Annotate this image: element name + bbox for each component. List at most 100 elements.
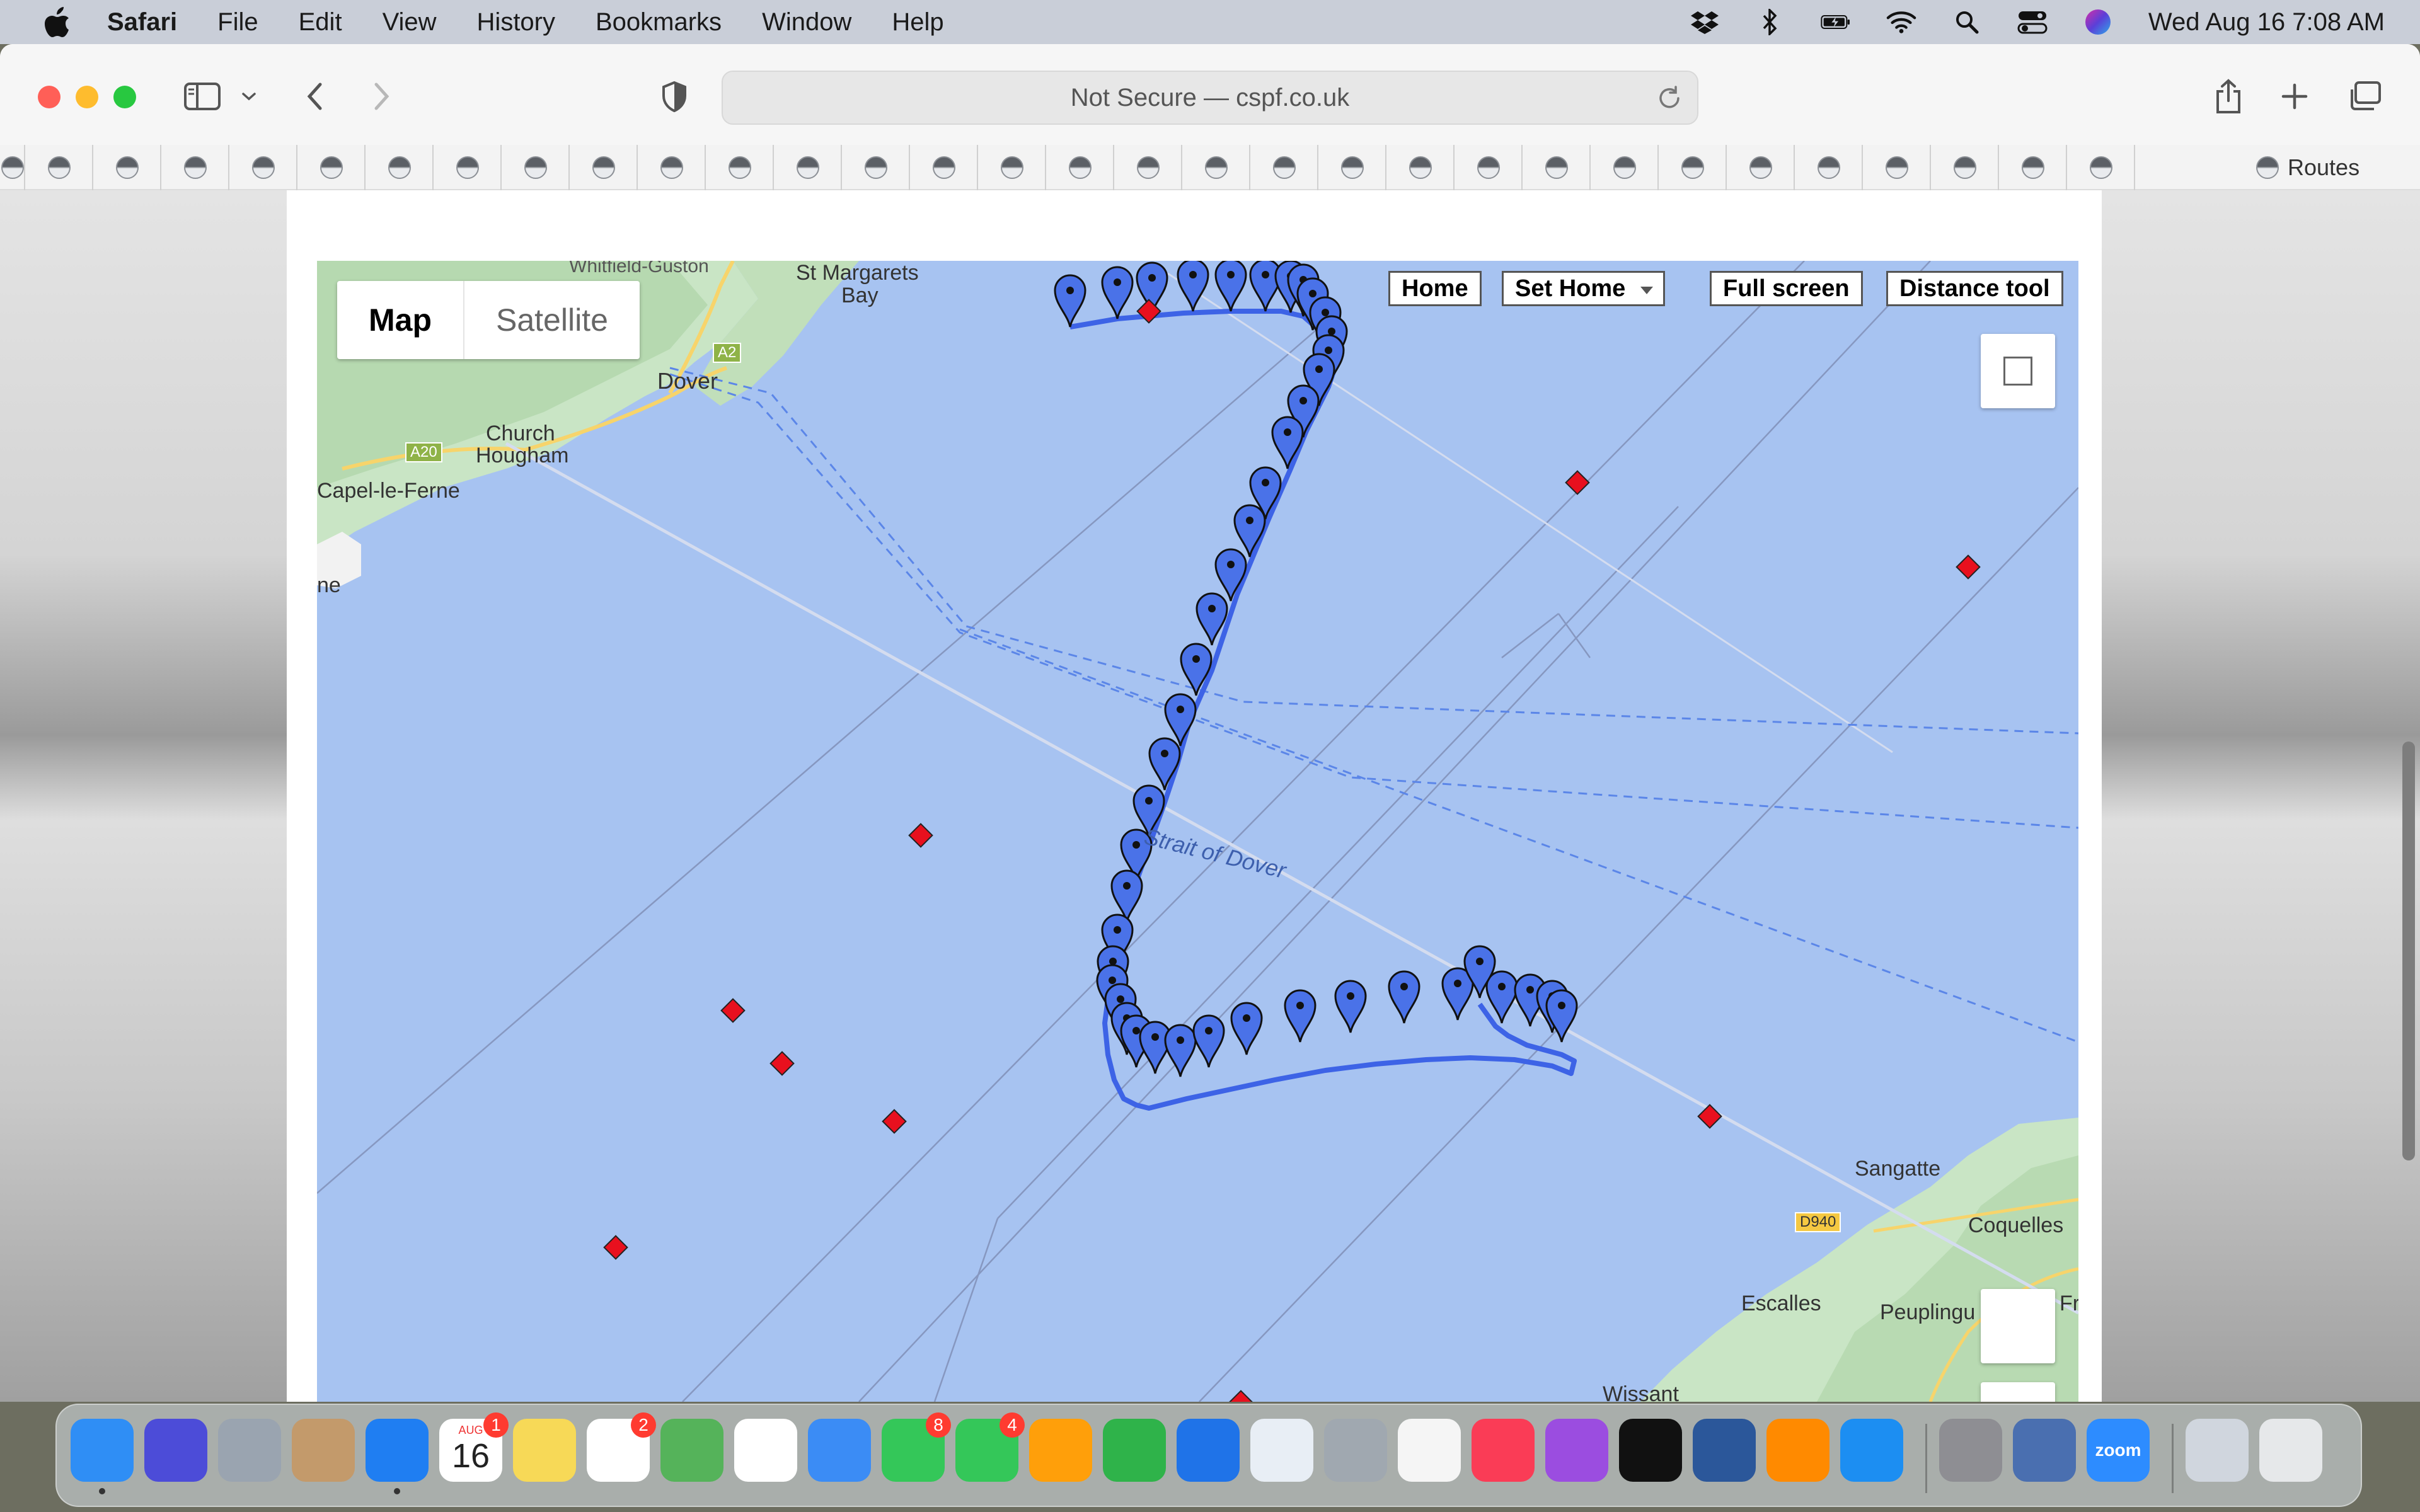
swim-position-marker[interactable]: [1388, 970, 1420, 1024]
bookmark-item[interactable]: [1931, 145, 1999, 190]
bookmark-item[interactable]: [93, 145, 161, 190]
forward-button[interactable]: [366, 76, 397, 117]
swim-position-marker[interactable]: [1284, 989, 1317, 1043]
dock-calendar-icon[interactable]: AUG 16 1: [439, 1412, 509, 1482]
dock-notes-icon[interactable]: [513, 1419, 576, 1482]
dock-facetime-icon[interactable]: 4: [955, 1412, 1025, 1482]
dock-tv-icon[interactable]: [1619, 1419, 1682, 1482]
bookmark-item[interactable]: [0, 145, 25, 190]
menu-history[interactable]: History: [477, 8, 555, 37]
bookmark-item[interactable]: [1591, 145, 1659, 190]
swim-position-marker[interactable]: [1214, 548, 1247, 602]
bookmark-item[interactable]: [25, 145, 93, 190]
swim-position-marker[interactable]: [1485, 970, 1518, 1024]
new-tab-icon[interactable]: [2278, 76, 2311, 117]
hazard-marker[interactable]: [1956, 554, 1981, 580]
dock-image-capture-icon[interactable]: [1324, 1419, 1387, 1482]
swim-position-marker[interactable]: [1214, 261, 1247, 312]
bookmark-item[interactable]: [774, 145, 842, 190]
siri-icon[interactable]: [2083, 9, 2113, 35]
menu-view[interactable]: View: [383, 8, 437, 37]
dock-siri-icon[interactable]: [144, 1419, 207, 1482]
swim-position-marker[interactable]: [1054, 274, 1086, 328]
menu-app-name[interactable]: Safari: [107, 8, 177, 37]
dock-app-store-icon[interactable]: [1840, 1419, 1903, 1482]
swim-position-marker[interactable]: [1164, 693, 1197, 747]
bookmark-item[interactable]: [1523, 145, 1591, 190]
dock-numbers-icon[interactable]: [1103, 1419, 1166, 1482]
bluetooth-icon[interactable]: [1755, 9, 1785, 35]
dock-podcasts-icon[interactable]: [1545, 1419, 1608, 1482]
swim-position-marker[interactable]: [1101, 266, 1134, 319]
bookmark-item[interactable]: [434, 145, 502, 190]
pegman-control[interactable]: [1981, 1382, 2055, 1402]
dock-pages-icon[interactable]: [1029, 1419, 1092, 1482]
bookmark-item[interactable]: [638, 145, 706, 190]
hazard-marker[interactable]: [1697, 1104, 1722, 1129]
map-type-satellite-button[interactable]: Satellite: [464, 281, 640, 359]
share-icon[interactable]: [2212, 76, 2245, 117]
swim-position-marker[interactable]: [1148, 737, 1181, 791]
bookmark-item[interactable]: [502, 145, 570, 190]
bookmark-item[interactable]: [229, 145, 297, 190]
bookmark-routes[interactable]: Routes: [2256, 145, 2360, 190]
bookmark-item[interactable]: [1863, 145, 1931, 190]
dock-keynote-icon[interactable]: [1177, 1419, 1240, 1482]
control-center-icon[interactable]: [2017, 9, 2048, 35]
address-bar[interactable]: Not Secure — cspf.co.uk: [722, 71, 1698, 125]
home-button[interactable]: Home: [1388, 271, 1482, 306]
hazard-marker[interactable]: [1565, 470, 1590, 495]
dock-music-icon[interactable]: [1472, 1419, 1535, 1482]
fullscreen-window-button[interactable]: [113, 86, 136, 108]
dock-preview-icon[interactable]: [1250, 1419, 1313, 1482]
zoom-control[interactable]: [1981, 1289, 2055, 1363]
dock-launchpad-icon[interactable]: [218, 1419, 281, 1482]
bookmark-item[interactable]: [297, 145, 366, 190]
menu-clock[interactable]: Wed Aug 16 7:08 AM: [2148, 8, 2385, 37]
swim-position-marker[interactable]: [1334, 980, 1367, 1033]
spotlight-icon[interactable]: [1952, 9, 1982, 35]
bookmark-item[interactable]: [570, 145, 638, 190]
bookmark-item[interactable]: [842, 145, 910, 190]
privacy-shield-icon[interactable]: [659, 76, 690, 117]
page-scrollbar[interactable]: [2397, 190, 2420, 1402]
hazard-marker[interactable]: [720, 998, 746, 1023]
dock-screen-sharing-icon[interactable]: [2013, 1419, 2076, 1482]
swim-position-marker[interactable]: [1271, 416, 1304, 469]
dock-news-icon[interactable]: [1398, 1419, 1461, 1482]
swim-position-marker[interactable]: [1192, 1014, 1225, 1068]
dock-photos-icon[interactable]: [734, 1419, 797, 1482]
menu-edit[interactable]: Edit: [299, 8, 342, 37]
back-button[interactable]: [299, 76, 331, 117]
dock-finder-icon[interactable]: [71, 1419, 134, 1482]
bookmark-item[interactable]: [978, 145, 1046, 190]
tab-overview-icon[interactable]: [2346, 76, 2383, 117]
hazard-marker[interactable]: [882, 1109, 907, 1134]
distance-tool-button[interactable]: Distance tool: [1886, 271, 2063, 306]
scroll-thumb[interactable]: [2402, 742, 2415, 1160]
dock-word-icon[interactable]: [1693, 1419, 1756, 1482]
apple-menu-icon[interactable]: [38, 3, 76, 41]
minimize-window-button[interactable]: [76, 86, 98, 108]
swim-position-marker[interactable]: [1164, 1024, 1197, 1077]
swim-position-marker[interactable]: [1230, 1002, 1263, 1055]
bookmark-item[interactable]: [1795, 145, 1863, 190]
bookmark-item[interactable]: [910, 145, 978, 190]
dock-downloads-icon[interactable]: [2186, 1419, 2249, 1482]
sidebar-icon[interactable]: [183, 76, 222, 117]
bookmark-item[interactable]: [1455, 145, 1523, 190]
bookmark-item[interactable]: [1250, 145, 1318, 190]
battery-icon[interactable]: [1821, 9, 1851, 35]
bookmark-item[interactable]: [1727, 145, 1795, 190]
dropbox-icon[interactable]: [1690, 9, 1720, 35]
full-screen-button[interactable]: Full screen: [1710, 271, 1863, 306]
bookmark-item[interactable]: [1999, 145, 2067, 190]
bookmark-item[interactable]: [1386, 145, 1455, 190]
dock-messages-icon[interactable]: 8: [882, 1412, 951, 1482]
dock-trash-icon[interactable]: [2259, 1419, 2322, 1482]
wifi-icon[interactable]: [1886, 9, 1916, 35]
dock-books-icon[interactable]: [1766, 1419, 1829, 1482]
bookmark-item[interactable]: [1659, 145, 1727, 190]
dock-zoom-icon[interactable]: zoom: [2087, 1419, 2150, 1482]
bookmark-item[interactable]: [1182, 145, 1250, 190]
